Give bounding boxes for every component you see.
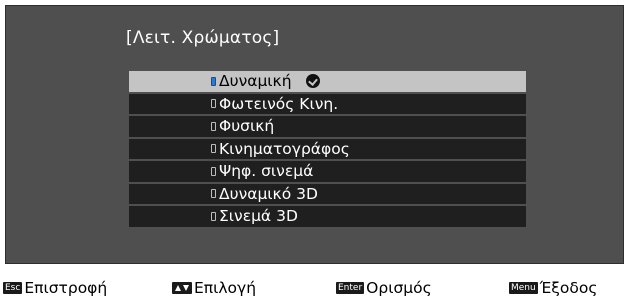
radio-icon <box>211 121 216 131</box>
radio-icon <box>211 189 216 199</box>
checkmark-icon <box>305 74 320 89</box>
exit-hint[interactable]: Menu Έξοδος <box>509 279 597 297</box>
option-label: Δυναμική <box>219 72 292 91</box>
option-label: Φωτεινός Κινη. <box>219 94 339 113</box>
option-cinema[interactable]: Κινηματογράφος <box>129 138 526 159</box>
enter-hint[interactable]: Enter Ορισμός <box>336 279 432 297</box>
option-label: Φυσική <box>219 117 275 136</box>
enter-label: Ορισμός <box>366 279 432 297</box>
option-label: Ψηφ. σινεμά <box>219 162 314 181</box>
color-mode-menu-panel: [Λειτ. Χρώματος] Δυναμική Φωτεινός Κινη.… <box>5 5 624 264</box>
option-natural[interactable]: Φυσική <box>129 116 526 137</box>
select-hint[interactable]: Επιλογή <box>172 279 256 297</box>
option-list: Δυναμική Φωτεινός Κινη. Φυσική Κινηματογ… <box>129 71 526 229</box>
enter-key-icon: Enter <box>336 282 365 294</box>
radio-icon <box>211 99 216 109</box>
menu-title: [Λειτ. Χρώματος] <box>126 28 280 48</box>
option-cinema-3d[interactable]: Σινεμά 3D <box>129 206 526 227</box>
option-dynamic[interactable]: Δυναμική <box>129 71 526 92</box>
back-hint[interactable]: Esc Επιστροφή <box>3 279 107 297</box>
back-label: Επιστροφή <box>24 279 108 297</box>
option-label: Σινεμά 3D <box>219 207 298 226</box>
button-guide-footer: Esc Επιστροφή Επιλογή Enter Ορισμός Menu… <box>0 275 629 299</box>
esc-key-icon: Esc <box>3 282 23 294</box>
option-label: Δυναμικό 3D <box>219 184 318 203</box>
radio-selected-icon <box>211 76 216 86</box>
menu-key-icon: Menu <box>509 282 538 294</box>
select-label: Επιλογή <box>194 279 257 297</box>
option-digital-cinema[interactable]: Ψηφ. σινεμά <box>129 161 526 182</box>
exit-label: Έξοδος <box>539 279 598 297</box>
radio-icon <box>211 144 216 154</box>
radio-icon <box>211 166 216 176</box>
up-down-arrows-icon <box>172 282 192 294</box>
option-label: Κινηματογράφος <box>219 139 350 158</box>
option-dynamic-3d[interactable]: Δυναμικό 3D <box>129 183 526 204</box>
radio-icon <box>211 211 216 221</box>
option-bright-cinema[interactable]: Φωτεινός Κινη. <box>129 93 526 114</box>
